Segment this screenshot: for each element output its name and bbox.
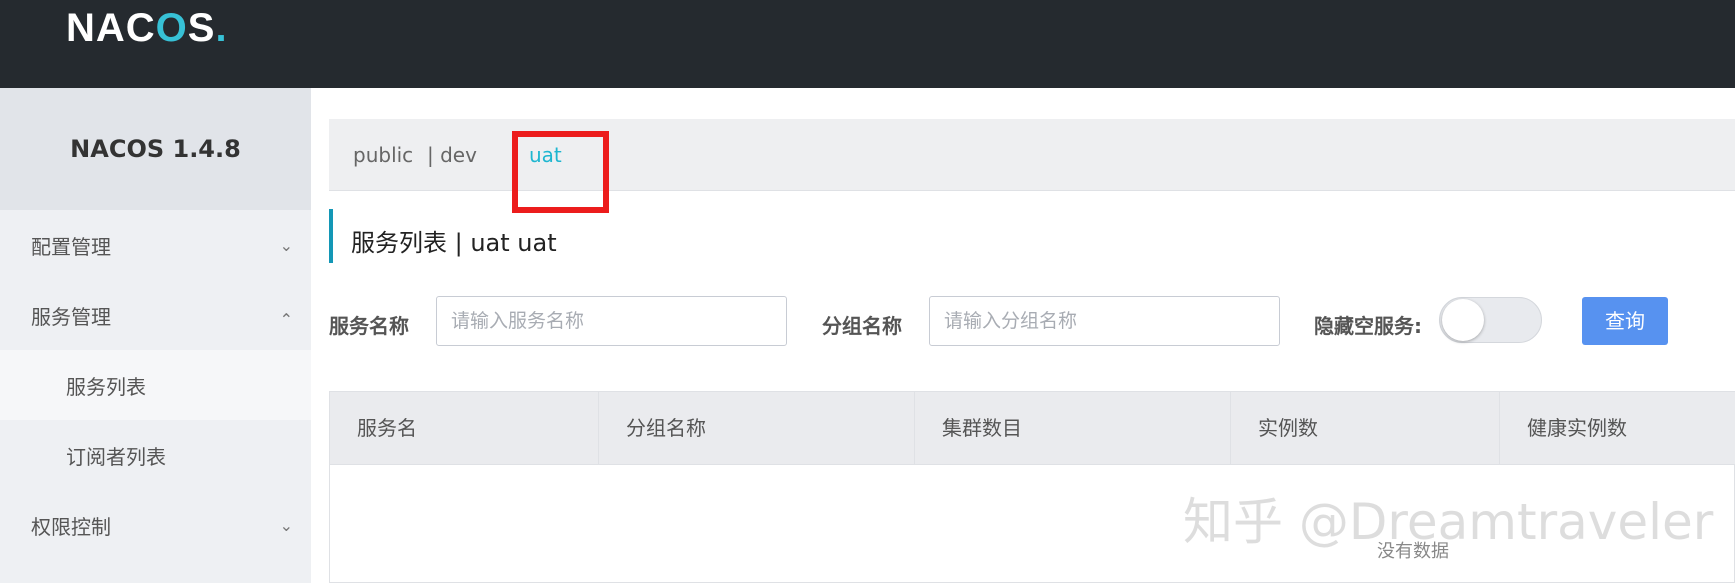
page-title-bar: 服务列表 | uat uat: [329, 209, 557, 263]
chevron-down-icon: ⌄: [279, 236, 293, 255]
top-bar: NACOS.: [0, 0, 1735, 88]
sidebar-item-label: 服务管理: [31, 304, 111, 329]
sidebar-item-service-management[interactable]: 服务管理 ⌃: [0, 280, 311, 350]
sidebar-item-subscriber-list[interactable]: 订阅者列表: [0, 420, 311, 490]
namespace-public[interactable]: public: [353, 119, 413, 191]
column-header-service-name[interactable]: 服务名: [330, 392, 599, 465]
hide-empty-label: 隐藏空服务:: [1314, 314, 1422, 338]
column-header-cluster-count[interactable]: 集群数目: [915, 392, 1231, 465]
sidebar-item-config-management[interactable]: 配置管理 ⌄: [0, 210, 311, 280]
page-title: 服务列表 | uat uat: [351, 229, 557, 257]
service-name-input[interactable]: [436, 296, 787, 346]
sidebar-item-label: 配置管理: [31, 234, 111, 259]
highlight-box: [512, 131, 609, 213]
sidebar-item-service-list[interactable]: 服务列表: [0, 350, 311, 420]
column-header-healthy-instance-count[interactable]: 健康实例数: [1500, 392, 1735, 465]
hide-empty-toggle[interactable]: [1439, 297, 1542, 343]
sidebar: NACOS 1.4.8 配置管理 ⌄ 服务管理 ⌃ 服务列表 订阅者列表 权限控…: [0, 88, 311, 583]
nacos-logo[interactable]: NACOS.: [66, 6, 228, 51]
sidebar-item-label: 权限控制: [31, 514, 111, 539]
chevron-up-icon: ⌃: [279, 310, 293, 329]
table-header: 服务名 分组名称 集群数目 实例数 健康实例数: [330, 392, 1735, 465]
namespace-dev[interactable]: | dev: [427, 119, 477, 191]
sidebar-item-label: 服务列表: [66, 374, 146, 399]
column-header-group-name[interactable]: 分组名称: [599, 392, 915, 465]
sidebar-item-label: 订阅者列表: [66, 444, 166, 469]
group-name-label: 分组名称: [822, 314, 902, 338]
toggle-knob: [1442, 299, 1484, 341]
service-name-label: 服务名称: [329, 314, 409, 338]
group-name-input[interactable]: [929, 296, 1280, 346]
sidebar-item-permission-control[interactable]: 权限控制 ⌄: [0, 490, 311, 560]
version-title: NACOS 1.4.8: [0, 88, 311, 210]
watermark-text: 知乎 @Dreamtraveler: [1183, 493, 1714, 551]
column-header-instance-count[interactable]: 实例数: [1231, 392, 1500, 465]
query-button[interactable]: 查询: [1582, 297, 1668, 345]
chevron-down-icon: ⌄: [279, 516, 293, 535]
